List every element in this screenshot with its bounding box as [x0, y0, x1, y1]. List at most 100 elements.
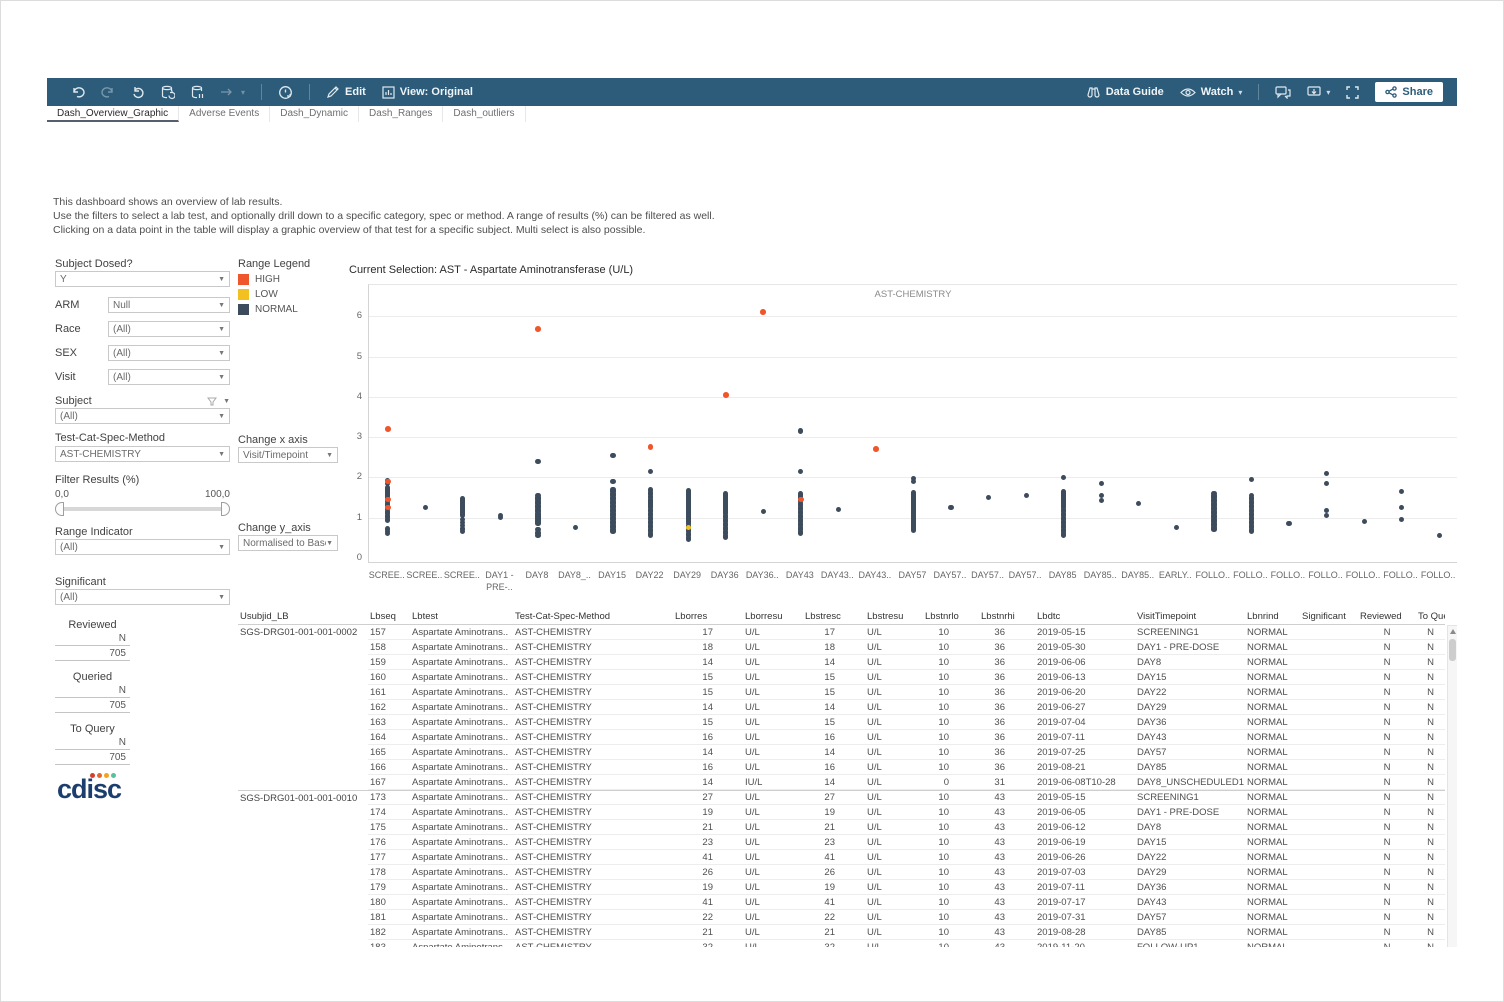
slider-handle-max[interactable] — [221, 502, 230, 516]
visit-select[interactable]: (All)▼ — [108, 369, 230, 385]
flow-icon[interactable]: ▾ — [220, 86, 245, 98]
table-row[interactable]: 165Aspartate Aminotrans..AST-CHEMISTRY14… — [238, 745, 1447, 760]
data-point[interactable] — [761, 509, 766, 514]
data-point[interactable] — [423, 505, 428, 510]
data-point[interactable] — [986, 495, 991, 500]
table-vertical-scrollbar[interactable] — [1447, 625, 1457, 947]
data-point[interactable] — [873, 446, 879, 452]
data-point[interactable] — [911, 528, 916, 533]
column-header-to-query[interactable]: To Query — [1416, 609, 1445, 625]
data-point[interactable] — [1099, 481, 1104, 486]
data-point[interactable] — [1136, 501, 1141, 506]
data-point[interactable] — [535, 326, 541, 332]
table-row[interactable]: 182Aspartate Aminotrans..AST-CHEMISTRY21… — [238, 925, 1447, 940]
table-row[interactable]: 176Aspartate Aminotrans..AST-CHEMISTRY23… — [238, 835, 1447, 850]
replay-icon[interactable] — [131, 85, 145, 99]
column-header-lbnrind[interactable]: Lbnrind — [1245, 609, 1300, 625]
filter-results-slider[interactable] — [55, 502, 230, 516]
metrics-icon[interactable] — [278, 85, 293, 100]
data-point[interactable] — [723, 392, 729, 398]
table-row[interactable]: 180Aspartate Aminotrans..AST-CHEMISTRY41… — [238, 895, 1447, 910]
sex-select[interactable]: (All)▼ — [108, 345, 230, 361]
change-y-axis-select[interactable]: Normalised to Basel...▼ — [238, 535, 338, 551]
table-row[interactable]: 179Aspartate Aminotrans..AST-CHEMISTRY19… — [238, 880, 1447, 895]
table-row[interactable]: 175Aspartate Aminotrans..AST-CHEMISTRY21… — [238, 820, 1447, 835]
subject-menu-caret-icon[interactable]: ▼ — [223, 398, 230, 405]
data-point[interactable] — [610, 479, 615, 484]
table-row[interactable]: 164Aspartate Aminotrans..AST-CHEMISTRY16… — [238, 730, 1447, 745]
data-point[interactable] — [798, 491, 803, 496]
column-header-lbstresu[interactable]: Lbstresu — [865, 609, 923, 625]
view-original-button[interactable]: View: Original — [382, 86, 473, 99]
table-row[interactable]: 160Aspartate Aminotrans..AST-CHEMISTRY15… — [238, 670, 1447, 685]
data-point[interactable] — [1399, 489, 1404, 494]
column-header-usubjid-lb[interactable]: Usubjid_LB — [238, 609, 368, 625]
data-point[interactable] — [1437, 533, 1442, 538]
table-row[interactable]: 177Aspartate Aminotrans..AST-CHEMISTRY41… — [238, 850, 1447, 865]
column-header-lbseq[interactable]: Lbseq — [368, 609, 410, 625]
legend-item-normal[interactable]: NORMAL — [238, 304, 298, 315]
table-row[interactable]: SGS-DRG01-001-001-0010173Aspartate Amino… — [238, 790, 1447, 805]
table-row[interactable]: SGS-DRG01-001-001-0002157Aspartate Amino… — [238, 625, 1447, 640]
change-x-axis-select[interactable]: Visit/Timepoint▼ — [238, 447, 338, 463]
data-point[interactable] — [385, 479, 391, 485]
table-row[interactable]: 183Aspartate Aminotrans..AST-CHEMISTRY32… — [238, 940, 1447, 947]
share-button[interactable]: Share — [1375, 82, 1443, 102]
table-row[interactable]: 174Aspartate Aminotrans..AST-CHEMISTRY19… — [238, 805, 1447, 820]
column-header-significant[interactable]: Significant — [1300, 609, 1358, 625]
data-point[interactable] — [573, 525, 578, 530]
subject-select[interactable]: (All)▼ — [55, 408, 230, 424]
data-point[interactable] — [535, 493, 540, 498]
watch-button[interactable]: Watch▾ — [1180, 86, 1243, 98]
column-header-visittimepoint[interactable]: VisitTimepoint — [1135, 609, 1245, 625]
scrollbar-thumb[interactable] — [1449, 639, 1456, 661]
table-row[interactable]: 167Aspartate Aminotrans..AST-CHEMISTRY14… — [238, 775, 1447, 790]
table-row[interactable]: 166Aspartate Aminotrans..AST-CHEMISTRY16… — [238, 760, 1447, 775]
data-point[interactable] — [1399, 505, 1404, 510]
data-point[interactable] — [948, 505, 953, 510]
race-select[interactable]: (All)▼ — [108, 321, 230, 337]
data-point[interactable] — [1061, 489, 1066, 494]
column-header-lbstresc[interactable]: Lbstresc — [803, 609, 865, 625]
scatter-plot[interactable]: AST-CHEMISTRY — [368, 284, 1457, 562]
data-point[interactable] — [385, 426, 391, 432]
legend-item-low[interactable]: LOW — [238, 289, 298, 300]
comments-icon[interactable] — [1275, 86, 1291, 99]
data-point[interactable] — [385, 505, 391, 511]
column-header-test-cat-spec-method[interactable]: Test-Cat-Spec-Method — [513, 609, 673, 625]
table-row[interactable]: 162Aspartate Aminotrans..AST-CHEMISTRY14… — [238, 700, 1447, 715]
data-point[interactable] — [836, 507, 841, 512]
data-point[interactable] — [1324, 481, 1329, 486]
pause-updates-icon[interactable] — [191, 85, 204, 100]
download-icon[interactable]: ▾ — [1307, 86, 1330, 99]
data-point[interactable] — [760, 309, 766, 315]
test-cat-spec-method-select[interactable]: AST-CHEMISTRY▼ — [55, 446, 230, 462]
data-point[interactable] — [648, 469, 653, 474]
range-indicator-select[interactable]: (All)▼ — [55, 539, 230, 555]
data-point[interactable] — [648, 444, 654, 450]
data-point[interactable] — [798, 428, 803, 433]
table-row[interactable]: 161Aspartate Aminotrans..AST-CHEMISTRY15… — [238, 685, 1447, 700]
data-point[interactable] — [385, 497, 391, 503]
data-point[interactable] — [610, 487, 615, 492]
data-point[interactable] — [1099, 498, 1104, 503]
refresh-data-icon[interactable] — [161, 85, 175, 100]
column-header-reviewed[interactable]: Reviewed — [1358, 609, 1416, 625]
arm-select[interactable]: Null▼ — [108, 297, 230, 313]
data-point[interactable] — [798, 497, 804, 503]
data-point[interactable] — [1399, 517, 1404, 522]
data-point[interactable] — [723, 491, 728, 496]
fullscreen-icon[interactable] — [1346, 86, 1359, 99]
tab-dash-ranges[interactable]: Dash_Ranges — [359, 106, 443, 122]
data-point[interactable] — [686, 488, 691, 493]
data-point[interactable] — [1174, 525, 1179, 530]
data-point[interactable] — [1324, 471, 1329, 476]
data-point[interactable] — [535, 527, 540, 532]
data-point[interactable] — [385, 526, 390, 531]
edit-button[interactable]: Edit — [326, 85, 366, 99]
column-header-lbdtc[interactable]: Lbdtc — [1035, 609, 1135, 625]
table-row[interactable]: 178Aspartate Aminotrans..AST-CHEMISTRY26… — [238, 865, 1447, 880]
subject-dosed-select[interactable]: Y▼ — [55, 271, 230, 287]
column-header-lbstnrlo[interactable]: Lbstnrlo — [923, 609, 979, 625]
data-point[interactable] — [535, 459, 540, 464]
